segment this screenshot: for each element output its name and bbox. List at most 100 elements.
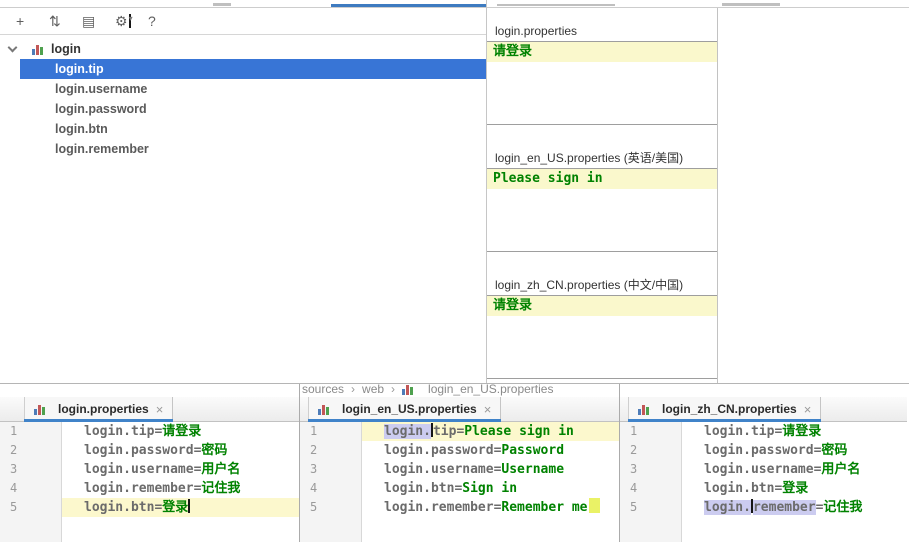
property-value: 登录 (162, 500, 189, 515)
property-value: 记住我 (823, 500, 863, 515)
code-line[interactable]: login.remember=Remember me (362, 498, 619, 517)
value-editor-default[interactable]: 请登录 (487, 42, 717, 125)
settings-gear-icon[interactable]: ⚙ ▾ (115, 13, 148, 30)
line-number: 2 (630, 443, 638, 457)
tree-item-login-username[interactable]: login.username (20, 79, 486, 99)
locale-values-panel: login.properties 请登录 login_en_US.propert… (487, 8, 717, 383)
breadcrumb-bar: sources › web › login_en_US.properties (300, 384, 619, 397)
code-line[interactable]: login.tip=请登录 (682, 422, 907, 441)
property-value: 登录 (782, 481, 809, 496)
property-tree: login login.tip login.username login.pas… (0, 35, 486, 159)
tree-item-login-tip[interactable]: login.tip (20, 59, 486, 79)
code-line[interactable]: login.username=用户名 (62, 460, 299, 479)
editor-pane-login-properties: login.properties × 1 2 3 4 5 login.tip=请… (0, 384, 300, 542)
tab-close-icon[interactable]: × (484, 402, 492, 417)
property-key: login.tip (84, 424, 155, 439)
breadcrumb-item[interactable]: web (362, 384, 384, 397)
property-value: Sign in (462, 481, 518, 496)
property-value: Please sign in (464, 424, 574, 439)
bundle-structure-panel: + ⇅ ▤ ⚙ ▾ ? login login.tip login.usernam… (0, 8, 486, 383)
property-key-highlighted: login. (704, 500, 751, 515)
line-number: 1 (630, 424, 638, 438)
property-value: 密码 (821, 443, 848, 458)
value-editor-zh-cn[interactable]: 请登录 (487, 296, 717, 379)
tab-login-properties[interactable]: login.properties × (24, 397, 174, 422)
value-text: 请登录 (487, 296, 717, 316)
tab-login-en-us-properties[interactable]: login_en_US.properties × (308, 397, 502, 422)
grouping-view-icon[interactable]: ▤ (82, 13, 115, 30)
code-line[interactable]: login.username=Username (362, 460, 619, 479)
property-value: 记住我 (201, 481, 241, 496)
property-key: login.password (384, 443, 494, 458)
properties-file-icon (402, 384, 415, 395)
line-number: 1 (10, 424, 18, 438)
code-line[interactable]: login.btn=登录 (682, 479, 907, 498)
breadcrumb-separator: › (351, 384, 356, 396)
property-value: 用户名 (821, 462, 861, 477)
code-line[interactable]: login.username=用户名 (682, 460, 907, 479)
line-number: 4 (630, 481, 638, 495)
tab-close-icon[interactable]: × (156, 402, 164, 417)
sort-icon[interactable]: ⇅ (49, 13, 82, 30)
breadcrumb-item[interactable]: sources (302, 384, 344, 397)
code-line[interactable]: login.password=密码 (682, 441, 907, 460)
code-line[interactable]: login.password=Password (362, 441, 619, 460)
breadcrumb-separator: › (391, 384, 396, 396)
line-number: 5 (630, 500, 638, 514)
tab-label: login_en_US.properties (342, 402, 477, 416)
property-value: 密码 (201, 443, 228, 458)
tree-expand-icon[interactable] (7, 42, 18, 53)
line-number: 3 (10, 462, 18, 476)
editor-pane-login-zh-cn-properties: login_zh_CN.properties × 1 2 3 4 5 login… (620, 384, 907, 542)
tree-root-label: login (51, 42, 81, 56)
property-value: Password (501, 443, 565, 458)
panel-divider[interactable] (717, 8, 718, 383)
tab-login-zh-cn-properties[interactable]: login_zh_CN.properties × (628, 397, 822, 422)
tree-item-login-remember[interactable]: login.remember (20, 139, 486, 159)
code-line-current[interactable]: login. remember=记住我 (682, 498, 907, 517)
property-key: login.username (84, 462, 194, 477)
code-area[interactable]: login.tip=请登录 login.password=密码 login.us… (682, 422, 907, 542)
line-number: 5 (310, 500, 318, 514)
line-number: 4 (10, 481, 18, 495)
value-text: 请登录 (487, 42, 717, 62)
tree-root-login[interactable]: login (0, 39, 486, 59)
value-section-title-zh-cn: login_zh_CN.properties (中文/中国) (487, 274, 717, 296)
pane-top-strip (620, 384, 907, 397)
code-line[interactable]: login.btn=Sign in (362, 479, 619, 498)
code-area[interactable]: login. tip=Please sign in login.password=… (362, 422, 619, 542)
pane-top-strip (0, 384, 299, 397)
code-line[interactable]: login.remember=记住我 (62, 479, 299, 498)
code-area[interactable]: login.tip=请登录 login.password=密码 login.us… (62, 422, 299, 542)
tree-item-login-password[interactable]: login.password (20, 99, 486, 119)
property-key: login.password (704, 443, 814, 458)
property-key: tip (432, 424, 457, 439)
property-key: login.btn (84, 500, 155, 515)
value-editor-en-us[interactable]: Please sign in (487, 169, 717, 252)
property-key: login.btn (704, 481, 775, 496)
code-editor: 1 2 3 4 5 login.tip=请登录 login.password=密… (0, 422, 299, 542)
tree-item-login-btn[interactable]: login.btn (20, 119, 486, 139)
editor-splitter: login.properties × 1 2 3 4 5 login.tip=请… (0, 383, 909, 542)
property-key: login.password (84, 443, 194, 458)
help-icon[interactable]: ? (148, 13, 181, 29)
code-line[interactable]: login.tip=请登录 (62, 422, 299, 441)
clipped-tab-fragment (497, 4, 615, 6)
property-key: login.btn (384, 481, 455, 496)
tab-close-icon[interactable]: × (804, 402, 812, 417)
search-match-highlight (588, 498, 600, 513)
clipped-editor-tabs (0, 0, 909, 8)
active-tab-underline-fragment (331, 4, 487, 7)
resource-bundle-editor-window: + ⇅ ▤ ⚙ ▾ ? login login.tip login.usernam… (0, 0, 909, 542)
resource-bundle-icon (32, 43, 45, 55)
code-line[interactable]: login.password=密码 (62, 441, 299, 460)
code-line-current[interactable]: login.btn=登录 (62, 498, 299, 517)
editor-tabbar: login.properties × (0, 397, 299, 422)
line-number: 2 (310, 443, 318, 457)
add-property-icon[interactable]: + (16, 13, 49, 29)
breadcrumb-item[interactable]: login_en_US.properties (428, 384, 553, 397)
code-editor: 1 2 3 4 5 login.tip=请登录 login.password=密… (620, 422, 907, 542)
line-number: 3 (310, 462, 318, 476)
code-line-current[interactable]: login. tip=Please sign in (362, 422, 619, 441)
value-text: Please sign in (487, 169, 717, 189)
